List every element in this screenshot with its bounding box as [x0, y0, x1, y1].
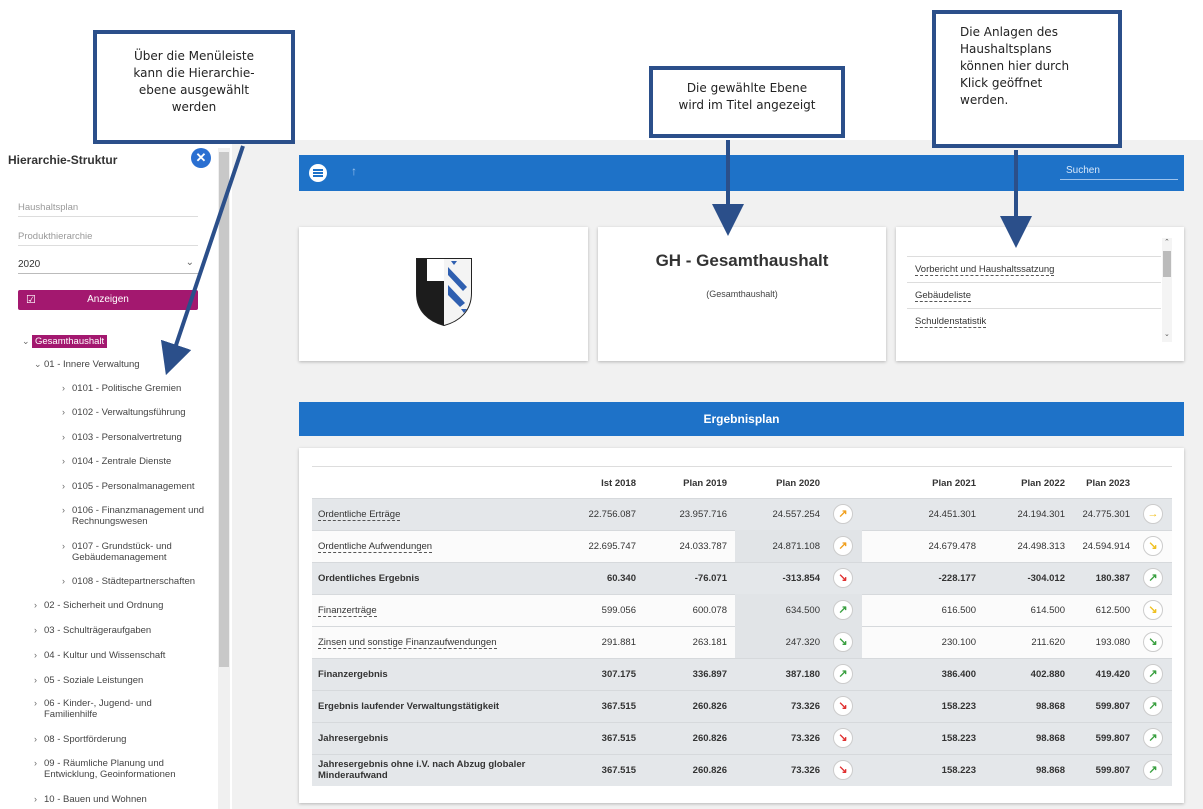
callout-arrows [160, 140, 1032, 376]
arrow-menu [160, 145, 245, 376]
